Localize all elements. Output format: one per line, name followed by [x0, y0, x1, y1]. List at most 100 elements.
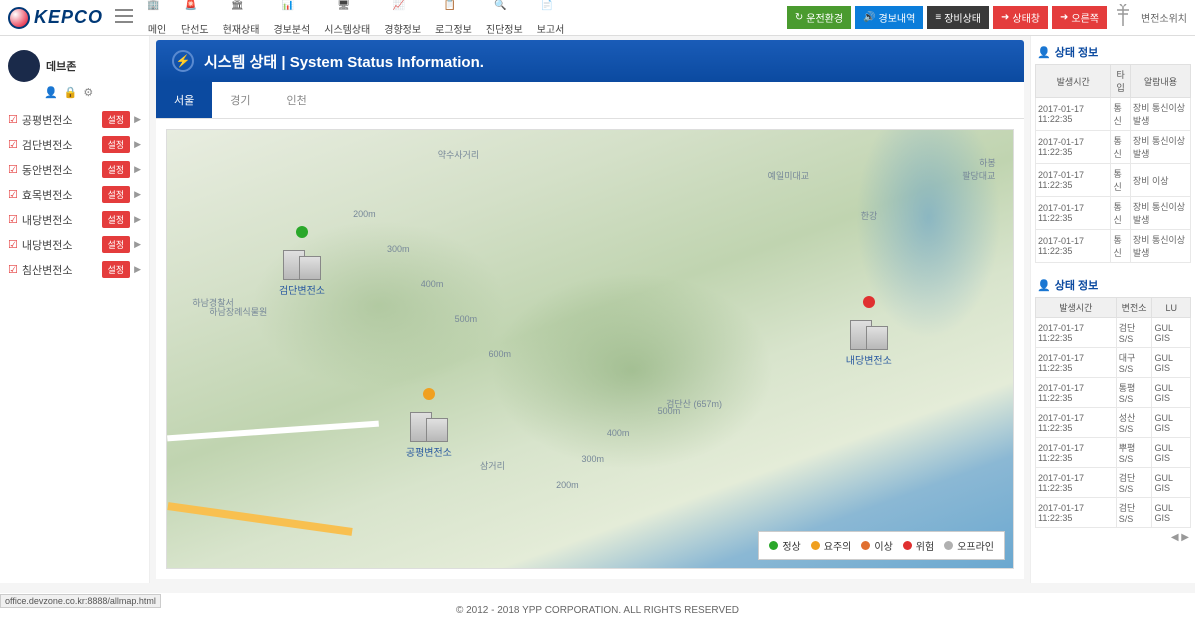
- marker-내당변전소[interactable]: 내당변전소: [844, 296, 894, 367]
- table-row[interactable]: 2017-01-17 11:22:35통신장비 통신이상 발생: [1036, 230, 1191, 263]
- map-label: 팔당대교: [962, 169, 995, 182]
- map-label: 한강: [861, 209, 878, 222]
- check-icon: ☑: [8, 188, 18, 201]
- map-label: 400m: [607, 428, 630, 438]
- status-table: 발생시간변전소LU2017-01-17 11:22:35검단 S/SGUL GI…: [1035, 297, 1191, 528]
- nav-icon: 🔍: [494, 0, 514, 20]
- legend-dot: [944, 541, 953, 550]
- badge[interactable]: 설정: [102, 261, 131, 278]
- top-right-label: 변전소위치: [1141, 10, 1187, 25]
- table-row[interactable]: 2017-01-17 11:22:35대구 S/SGUL GIS: [1036, 348, 1191, 378]
- nav-메인[interactable]: 🏢메인: [141, 0, 173, 38]
- map-label: 200m: [556, 480, 579, 490]
- map-label: 300m: [582, 454, 605, 464]
- user-block: 데브존: [6, 44, 143, 86]
- page-title: 시스템 상태 | System Status Information.: [204, 51, 484, 72]
- lock-icon[interactable]: 🔒: [64, 86, 78, 99]
- marker-검단변전소[interactable]: 검단변전소: [277, 226, 327, 297]
- chevron-right-icon: ▶: [134, 189, 141, 200]
- btn-운전환경[interactable]: ↻운전환경: [787, 6, 851, 29]
- map-canvas[interactable]: 정상요주의이상위험오프라인 검단변전소공평변전소내당변전소약수사거리하남경찰서하…: [166, 129, 1014, 569]
- logo: KEPCO: [8, 7, 103, 29]
- tab-인천[interactable]: 인천: [269, 82, 325, 118]
- legend-요주의: 요주의: [811, 538, 852, 553]
- sidebar-item-검단변전소[interactable]: ☑검단변전소설정▶: [6, 132, 143, 157]
- btn-오른쪽[interactable]: ➜오른쪽: [1052, 6, 1107, 29]
- table-row[interactable]: 2017-01-17 11:22:35뿌평 S/SGUL GIS: [1036, 438, 1191, 468]
- nav-경보분석[interactable]: 📊경보분석: [267, 0, 316, 38]
- user-icon[interactable]: 👤: [44, 86, 58, 99]
- badge[interactable]: 설정: [102, 186, 131, 203]
- hamburger-icon[interactable]: [115, 9, 133, 26]
- badge[interactable]: 설정: [102, 161, 131, 178]
- chevron-right-icon: ▶: [134, 164, 141, 175]
- table-row[interactable]: 2017-01-17 11:22:35통신장비 통신이상 발생: [1036, 131, 1191, 164]
- table-row[interactable]: 2017-01-17 11:22:35검단 S/SGUL GIS: [1036, 318, 1191, 348]
- nav-로그정보[interactable]: 📋로그정보: [429, 0, 478, 38]
- sidebar-item-동안변전소[interactable]: ☑동안변전소설정▶: [6, 157, 143, 182]
- status-dot: [423, 388, 435, 400]
- status-dot: [296, 226, 308, 238]
- legend-dot: [903, 541, 912, 550]
- tab-서울[interactable]: 서울: [156, 82, 212, 118]
- gear-icon[interactable]: ⚙: [83, 86, 93, 99]
- legend-위험: 위험: [903, 538, 934, 553]
- sidebar-item-공평변전소[interactable]: ☑공평변전소설정▶: [6, 107, 143, 132]
- map-label: 600m: [488, 349, 511, 359]
- sidebar-item-내당변전소[interactable]: ☑내당변전소설정▶: [6, 207, 143, 232]
- map-label: 삼거리: [480, 459, 505, 472]
- check-icon: ☑: [8, 263, 18, 276]
- check-icon: ☑: [8, 238, 18, 251]
- status-bar-url: office.devzone.co.kr:8888/allmap.html: [0, 594, 161, 608]
- table-row[interactable]: 2017-01-17 11:22:35통신장비 이상: [1036, 164, 1191, 197]
- btn-장비상태[interactable]: ≡장비상태: [927, 6, 989, 29]
- marker-공평변전소[interactable]: 공평변전소: [404, 388, 454, 459]
- map-label: 하봉: [979, 156, 996, 169]
- badge[interactable]: 설정: [102, 236, 131, 253]
- chevron-right-icon: ▶: [134, 139, 141, 150]
- map-label: 약수사거리: [438, 148, 479, 161]
- map-label: 400m: [421, 279, 444, 289]
- badge[interactable]: 설정: [102, 111, 131, 128]
- substation-icon: [404, 402, 454, 442]
- sidebar-item-내당변전소[interactable]: ☑내당변전소설정▶: [6, 232, 143, 257]
- check-icon: ☑: [8, 213, 18, 226]
- btn-경보내역[interactable]: 🔊경보내역: [855, 6, 923, 29]
- nav-현재상태[interactable]: 🏛현재상태: [217, 0, 266, 38]
- logo-icon: [8, 7, 30, 29]
- nav-진단정보[interactable]: 🔍진단정보: [480, 0, 529, 38]
- sidebar-item-효목변전소[interactable]: ☑효목변전소설정▶: [6, 182, 143, 207]
- legend-dot: [861, 541, 870, 550]
- panel1-title: 👤상태 정보: [1035, 40, 1191, 64]
- badge[interactable]: 설정: [102, 211, 131, 228]
- btn-상태창[interactable]: ➜상태창: [993, 6, 1048, 29]
- nav-보고서[interactable]: 📄보고서: [531, 0, 571, 38]
- table-row[interactable]: 2017-01-17 11:22:35통평 S/SGUL GIS: [1036, 378, 1191, 408]
- table-row[interactable]: 2017-01-17 11:22:35검단 S/SGUL GIS: [1036, 498, 1191, 528]
- page-title-bar: ⚡ 시스템 상태 | System Status Information.: [156, 40, 1024, 82]
- chevron-right-icon: ▶: [134, 239, 141, 250]
- footer: © 2012 - 2018 YPP CORPORATION. ALL RIGHT…: [0, 593, 1195, 628]
- nav-icon: 📊: [282, 0, 302, 20]
- chevron-right-icon: ▶: [134, 214, 141, 225]
- table-row[interactable]: 2017-01-17 11:22:35통신장비 통신이상 발생: [1036, 98, 1191, 131]
- map-label: 500m: [455, 314, 478, 324]
- pole-icon: [1107, 4, 1139, 31]
- panel2-title: 👤상태 정보: [1035, 273, 1191, 297]
- badge[interactable]: 설정: [102, 136, 131, 153]
- check-icon: ☑: [8, 138, 18, 151]
- table-row[interactable]: 2017-01-17 11:22:35통신장비 통신이상 발생: [1036, 197, 1191, 230]
- tab-경기[interactable]: 경기: [212, 82, 268, 118]
- nav-단선도[interactable]: 🚨단선도: [175, 0, 215, 38]
- table-row[interactable]: 2017-01-17 11:22:35검단 S/SGUL GIS: [1036, 468, 1191, 498]
- substation-icon: [277, 240, 327, 280]
- avatar: [8, 50, 40, 82]
- nav-경향정보[interactable]: 📈경향정보: [378, 0, 427, 38]
- legend-이상: 이상: [861, 538, 892, 553]
- sidebar-item-침산변전소[interactable]: ☑침산변전소설정▶: [6, 257, 143, 282]
- pager[interactable]: ◀ ▶: [1035, 528, 1191, 547]
- map-legend: 정상요주의이상위험오프라인: [758, 531, 1005, 560]
- nav-icon: 📈: [393, 0, 413, 20]
- table-row[interactable]: 2017-01-17 11:22:35성산 S/SGUL GIS: [1036, 408, 1191, 438]
- nav-시스템상태[interactable]: 🖥시스템상태: [318, 0, 376, 38]
